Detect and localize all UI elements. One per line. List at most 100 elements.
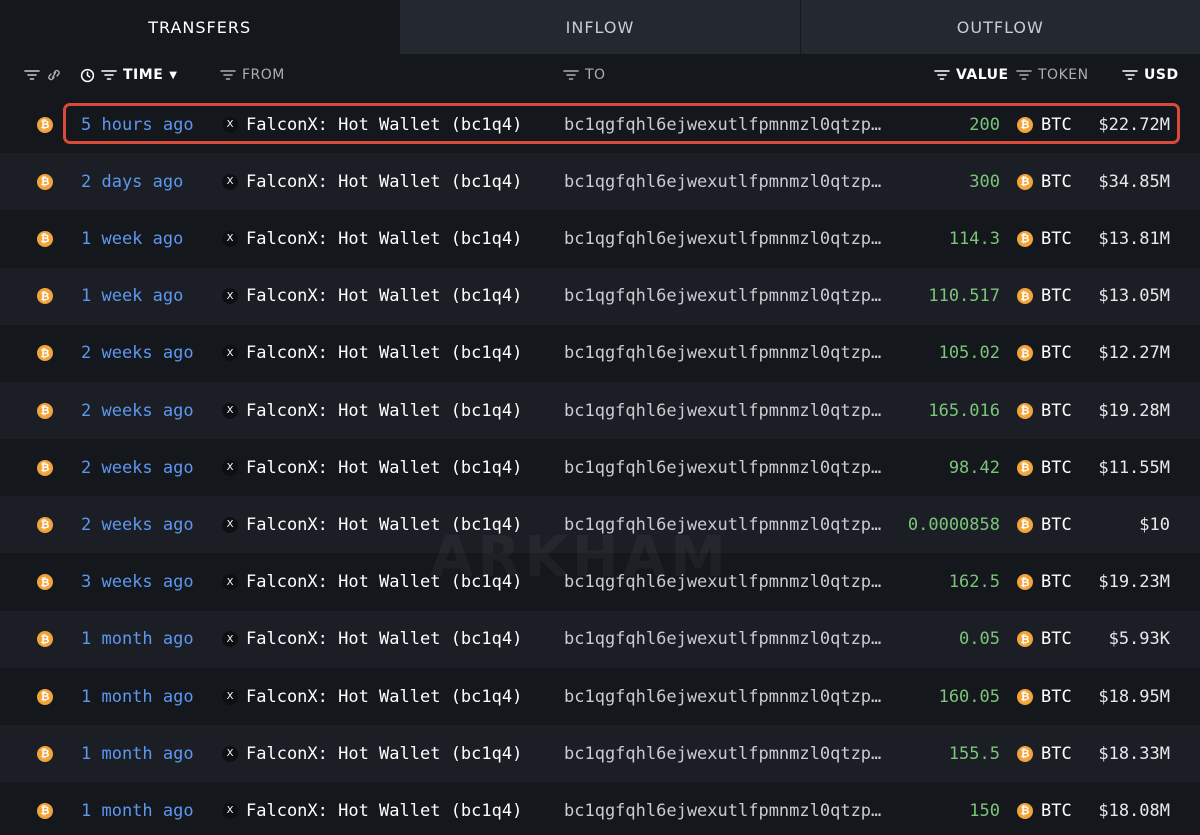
from-entity[interactable]: FalconX: Hot Wallet (bc1q4): [246, 401, 522, 421]
to-address[interactable]: bc1qgfqhl6ejwexutlfpmnmzl0qtzp…: [564, 153, 884, 210]
sort-desc-icon[interactable]: ▼: [169, 70, 177, 81]
from-entity[interactable]: FalconX: Hot Wallet (bc1q4): [246, 115, 522, 135]
to-address[interactable]: bc1qgfqhl6ejwexutlfpmnmzl0qtzp…: [564, 268, 884, 325]
filter-icon[interactable]: [563, 69, 579, 81]
falconx-icon: X: [222, 631, 238, 648]
time-link[interactable]: 1 week ago: [81, 210, 183, 267]
time-link[interactable]: 2 weeks ago: [81, 496, 194, 553]
from-cell[interactable]: X FalconX: Hot Wallet (bc1q4): [222, 668, 522, 725]
header-value[interactable]: VALUE: [934, 54, 1009, 96]
filter-icon[interactable]: [220, 69, 236, 81]
filter-icon[interactable]: [934, 69, 950, 81]
to-address[interactable]: bc1qgfqhl6ejwexutlfpmnmzl0qtzp…: [564, 725, 884, 782]
time-link[interactable]: 5 hours ago: [81, 96, 194, 153]
from-cell[interactable]: X FalconX: Hot Wallet (bc1q4): [222, 496, 522, 553]
from-entity[interactable]: FalconX: Hot Wallet (bc1q4): [246, 744, 522, 764]
header-token[interactable]: TOKEN: [1016, 54, 1089, 96]
to-address[interactable]: bc1qgfqhl6ejwexutlfpmnmzl0qtzp…: [564, 325, 884, 382]
header-usd[interactable]: USD: [1122, 54, 1179, 96]
time-link[interactable]: 1 month ago: [81, 668, 194, 725]
token-cell[interactable]: ₿ BTC: [1017, 96, 1072, 153]
from-cell[interactable]: X FalconX: Hot Wallet (bc1q4): [222, 268, 522, 325]
time-link[interactable]: 1 month ago: [81, 725, 194, 782]
time-link[interactable]: 2 weeks ago: [81, 382, 194, 439]
from-entity[interactable]: FalconX: Hot Wallet (bc1q4): [246, 458, 522, 478]
link-icon[interactable]: [46, 68, 62, 82]
token-cell[interactable]: ₿ BTC: [1017, 153, 1072, 210]
from-entity[interactable]: FalconX: Hot Wallet (bc1q4): [246, 572, 522, 592]
from-cell[interactable]: X FalconX: Hot Wallet (bc1q4): [222, 611, 522, 668]
value-amount: 105.02: [938, 343, 1000, 364]
from-cell[interactable]: X FalconX: Hot Wallet (bc1q4): [222, 554, 522, 611]
from-entity[interactable]: FalconX: Hot Wallet (bc1q4): [246, 687, 522, 707]
header-time[interactable]: TIME ▼: [80, 54, 177, 96]
header-to[interactable]: TO: [563, 54, 606, 96]
token-cell[interactable]: ₿ BTC: [1017, 496, 1072, 553]
from-entity[interactable]: FalconX: Hot Wallet (bc1q4): [246, 229, 522, 249]
table-row[interactable]: ₿ 5 hours ago X FalconX: Hot Wallet (bc1q4)…: [0, 96, 1200, 153]
to-address[interactable]: bc1qgfqhl6ejwexutlfpmnmzl0qtzp…: [564, 554, 884, 611]
time-link[interactable]: 3 weeks ago: [81, 554, 194, 611]
tab-inflow[interactable]: INFLOW: [399, 0, 800, 54]
table-row[interactable]: ₿ 1 week ago X FalconX: Hot Wallet (bc1q4) b…: [0, 210, 1200, 267]
table-row[interactable]: ₿ 1 month ago X FalconX: Hot Wallet (bc1q4)…: [0, 610, 1200, 668]
table-row[interactable]: ₿ 2 weeks ago X FalconX: Hot Wallet (bc1q4)…: [0, 496, 1200, 554]
to-address[interactable]: bc1qgfqhl6ejwexutlfpmnmzl0qtzp…: [564, 210, 884, 267]
from-cell[interactable]: X FalconX: Hot Wallet (bc1q4): [222, 210, 522, 267]
to-address[interactable]: bc1qgfqhl6ejwexutlfpmnmzl0qtzp…: [564, 611, 884, 668]
token-cell[interactable]: ₿ BTC: [1017, 210, 1072, 267]
to-address[interactable]: bc1qgfqhl6ejwexutlfpmnmzl0qtzp…: [564, 496, 884, 553]
table-row[interactable]: ₿ 3 weeks ago X FalconX: Hot Wallet (bc1q4)…: [0, 554, 1200, 611]
filter-icon[interactable]: [1016, 69, 1032, 81]
table-row[interactable]: ₿ 2 weeks ago X FalconX: Hot Wallet (bc1q4)…: [0, 439, 1200, 496]
time-link[interactable]: 1 month ago: [81, 782, 194, 835]
to-address[interactable]: bc1qgfqhl6ejwexutlfpmnmzl0qtzp…: [564, 382, 884, 439]
filter-icon[interactable]: [24, 69, 40, 81]
to-address[interactable]: bc1qgfqhl6ejwexutlfpmnmzl0qtzp…: [564, 439, 884, 496]
table-row[interactable]: ₿ 1 week ago X FalconX: Hot Wallet (bc1q4) b…: [0, 267, 1200, 325]
time-link[interactable]: 2 weeks ago: [81, 325, 194, 382]
from-entity[interactable]: FalconX: Hot Wallet (bc1q4): [246, 801, 522, 821]
table-row[interactable]: ₿ 2 days ago X FalconX: Hot Wallet (bc1q4) b…: [0, 153, 1200, 211]
tab-outflow[interactable]: OUTFLOW: [799, 0, 1200, 54]
token-cell[interactable]: ₿ BTC: [1017, 325, 1072, 382]
time-link[interactable]: 2 weeks ago: [81, 439, 194, 496]
token-cell[interactable]: ₿ BTC: [1017, 268, 1072, 325]
from-cell[interactable]: X FalconX: Hot Wallet (bc1q4): [222, 96, 522, 153]
token-cell[interactable]: ₿ BTC: [1017, 611, 1072, 668]
filter-icon[interactable]: [1122, 69, 1138, 81]
table-row[interactable]: ₿ 1 month ago X FalconX: Hot Wallet (bc1q4)…: [0, 782, 1200, 835]
from-cell[interactable]: X FalconX: Hot Wallet (bc1q4): [222, 725, 522, 782]
token-cell[interactable]: ₿ BTC: [1017, 382, 1072, 439]
from-entity[interactable]: FalconX: Hot Wallet (bc1q4): [246, 172, 522, 192]
header-from[interactable]: FROM: [220, 54, 285, 96]
from-entity[interactable]: FalconX: Hot Wallet (bc1q4): [246, 515, 522, 535]
filter-icon[interactable]: [101, 69, 117, 81]
from-cell[interactable]: X FalconX: Hot Wallet (bc1q4): [222, 325, 522, 382]
token-cell[interactable]: ₿ BTC: [1017, 554, 1072, 611]
table-row[interactable]: ₿ 2 weeks ago X FalconX: Hot Wallet (bc1q4)…: [0, 382, 1200, 439]
from-cell[interactable]: X FalconX: Hot Wallet (bc1q4): [222, 439, 522, 496]
time-link[interactable]: 1 month ago: [81, 611, 194, 668]
to-address[interactable]: bc1qgfqhl6ejwexutlfpmnmzl0qtzp…: [564, 668, 884, 725]
token-cell[interactable]: ₿ BTC: [1017, 439, 1072, 496]
from-entity[interactable]: FalconX: Hot Wallet (bc1q4): [246, 286, 522, 306]
usd-amount: $18.33M: [1098, 743, 1170, 764]
tab-transfers[interactable]: TRANSFERS: [0, 0, 400, 54]
to-address[interactable]: bc1qgfqhl6ejwexutlfpmnmzl0qtzp…: [564, 96, 884, 153]
table-row[interactable]: ₿ 2 weeks ago X FalconX: Hot Wallet (bc1q4)…: [0, 325, 1200, 382]
from-entity[interactable]: FalconX: Hot Wallet (bc1q4): [246, 629, 522, 649]
time-link[interactable]: 1 week ago: [81, 268, 183, 325]
token-cell[interactable]: ₿ BTC: [1017, 725, 1072, 782]
token-cell[interactable]: ₿ BTC: [1017, 782, 1072, 835]
from-cell[interactable]: X FalconX: Hot Wallet (bc1q4): [222, 782, 522, 835]
table-row[interactable]: ₿ 1 month ago X FalconX: Hot Wallet (bc1q4)…: [0, 725, 1200, 783]
token-cell[interactable]: ₿ BTC: [1017, 668, 1072, 725]
from-cell[interactable]: X FalconX: Hot Wallet (bc1q4): [222, 382, 522, 439]
bitcoin-icon: ₿: [1017, 574, 1033, 591]
table-row[interactable]: ₿ 1 month ago X FalconX: Hot Wallet (bc1q4)…: [0, 668, 1200, 725]
from-entity[interactable]: FalconX: Hot Wallet (bc1q4): [246, 343, 522, 363]
to-address[interactable]: bc1qgfqhl6ejwexutlfpmnmzl0qtzp…: [564, 782, 884, 835]
from-cell[interactable]: X FalconX: Hot Wallet (bc1q4): [222, 153, 522, 210]
time-link[interactable]: 2 days ago: [81, 153, 183, 210]
